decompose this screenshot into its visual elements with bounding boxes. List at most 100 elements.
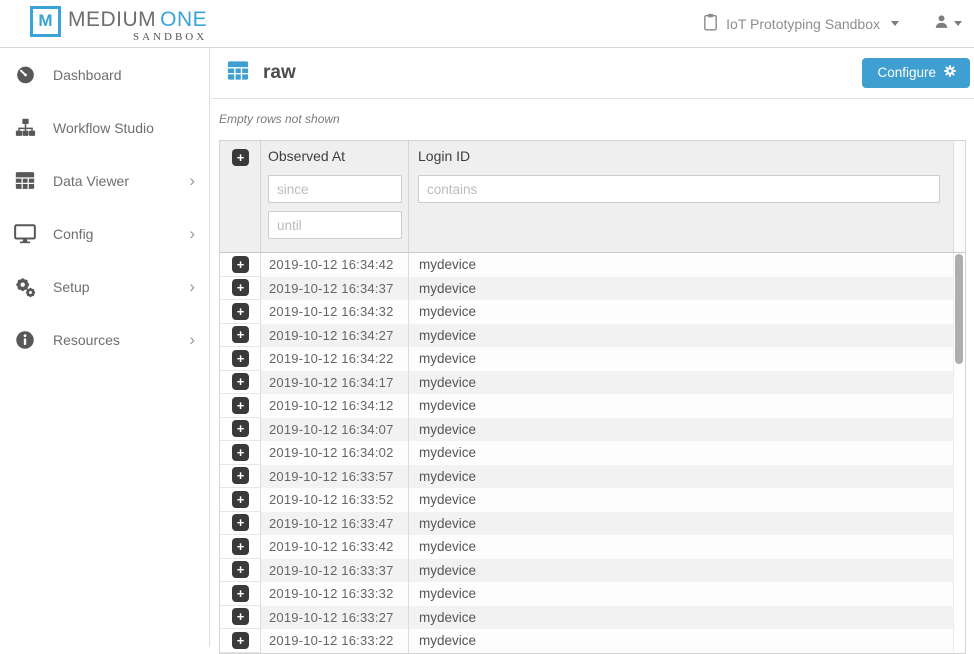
expand-row-button[interactable]: + bbox=[232, 279, 249, 296]
expand-row-button[interactable]: + bbox=[232, 303, 249, 320]
expand-row-button[interactable]: + bbox=[232, 444, 249, 461]
sidebar-item-workflow-studio[interactable]: Workflow Studio bbox=[0, 101, 209, 154]
chevron-right-icon: › bbox=[189, 225, 195, 242]
observed-at-cell: 2019-10-12 16:34:27 bbox=[261, 324, 409, 348]
expand-row-button[interactable]: + bbox=[232, 350, 249, 367]
table-row: + 2019-10-12 16:33:27 mydevice bbox=[220, 606, 965, 630]
project-selector-label: IoT Prototyping Sandbox bbox=[726, 16, 880, 32]
table-icon bbox=[13, 171, 37, 190]
login-id-cell: mydevice bbox=[409, 559, 953, 583]
login-id-cell: mydevice bbox=[409, 277, 953, 301]
project-selector-dropdown[interactable]: IoT Prototyping Sandbox bbox=[702, 12, 899, 35]
expand-row-button[interactable]: + bbox=[232, 608, 249, 625]
table-row: + 2019-10-12 16:33:47 mydevice bbox=[220, 512, 965, 536]
sidebar-item-label: Dashboard bbox=[53, 67, 122, 83]
observed-at-cell: 2019-10-12 16:33:57 bbox=[261, 465, 409, 489]
login-id-cell: mydevice bbox=[409, 512, 953, 536]
sidebar-item-label: Setup bbox=[53, 279, 90, 295]
expand-cell: + bbox=[220, 300, 261, 324]
scrollbar-gutter bbox=[953, 535, 965, 559]
expand-row-button[interactable]: + bbox=[232, 256, 249, 273]
scrollbar-gutter bbox=[953, 559, 965, 583]
data-table: + Observed At Login ID + 2019-10-12 16:3… bbox=[219, 140, 966, 654]
observed-at-cell: 2019-10-12 16:33:37 bbox=[261, 559, 409, 583]
observed-at-cell: 2019-10-12 16:34:37 bbox=[261, 277, 409, 301]
scrollbar-gutter bbox=[953, 512, 965, 536]
expand-cell: + bbox=[220, 512, 261, 536]
observed-at-cell: 2019-10-12 16:33:42 bbox=[261, 535, 409, 559]
since-filter-input[interactable] bbox=[268, 175, 402, 203]
login-id-cell: mydevice bbox=[409, 418, 953, 442]
scrollbar-gutter bbox=[953, 441, 965, 465]
login-id-cell: mydevice bbox=[409, 465, 953, 489]
scrollbar-gutter bbox=[953, 394, 965, 418]
expand-cell: + bbox=[220, 606, 261, 630]
login-id-cell: mydevice bbox=[409, 535, 953, 559]
expand-cell: + bbox=[220, 441, 261, 465]
observed-at-cell: 2019-10-12 16:33:22 bbox=[261, 629, 409, 653]
table-row: + 2019-10-12 16:33:42 mydevice bbox=[220, 535, 965, 559]
observed-at-cell: 2019-10-12 16:34:07 bbox=[261, 418, 409, 442]
table-row: + 2019-10-12 16:33:52 mydevice bbox=[220, 488, 965, 512]
scrollbar-gutter bbox=[953, 418, 965, 442]
page-title: raw bbox=[263, 62, 296, 84]
expand-row-button[interactable]: + bbox=[232, 397, 249, 414]
user-menu-dropdown[interactable] bbox=[933, 13, 962, 35]
expand-row-button[interactable]: + bbox=[232, 561, 249, 578]
expand-all-cell: + bbox=[220, 141, 261, 252]
column-header-label: Observed At bbox=[268, 148, 402, 164]
scrollbar-gutter bbox=[953, 465, 965, 489]
table-row: + 2019-10-12 16:34:07 mydevice bbox=[220, 418, 965, 442]
table-row: + 2019-10-12 16:34:17 mydevice bbox=[220, 371, 965, 395]
sidebar-item-setup[interactable]: Setup › bbox=[0, 260, 209, 313]
expand-cell: + bbox=[220, 465, 261, 489]
sidebar-item-resources[interactable]: Resources › bbox=[0, 313, 209, 366]
expand-all-button[interactable]: + bbox=[232, 149, 249, 166]
column-header-label: Login ID bbox=[418, 148, 945, 164]
expand-row-button[interactable]: + bbox=[232, 467, 249, 484]
expand-cell: + bbox=[220, 418, 261, 442]
configure-button[interactable]: Configure bbox=[862, 58, 970, 88]
login-id-cell: mydevice bbox=[409, 394, 953, 418]
main-content: raw Configure Empty rows not shown bbox=[211, 48, 974, 647]
sidebar-item-label: Config bbox=[53, 226, 93, 242]
login-id-cell: mydevice bbox=[409, 324, 953, 348]
observed-at-cell: 2019-10-12 16:34:02 bbox=[261, 441, 409, 465]
expand-cell: + bbox=[220, 488, 261, 512]
table-header: + Observed At Login ID bbox=[220, 141, 965, 253]
expand-row-button[interactable]: + bbox=[232, 326, 249, 343]
logo-m-icon: M bbox=[30, 6, 61, 37]
expand-cell: + bbox=[220, 535, 261, 559]
expand-row-button[interactable]: + bbox=[232, 514, 249, 531]
expand-row-button[interactable]: + bbox=[232, 373, 249, 390]
scrollbar-track bbox=[953, 141, 965, 252]
expand-cell: + bbox=[220, 582, 261, 606]
logo-name: MEDIUMONE bbox=[68, 8, 207, 31]
expand-row-button[interactable]: + bbox=[232, 420, 249, 437]
table-row: + 2019-10-12 16:33:22 mydevice bbox=[220, 629, 965, 653]
login-id-cell: mydevice bbox=[409, 347, 953, 371]
sidebar-item-config[interactable]: Config › bbox=[0, 207, 209, 260]
observed-at-cell: 2019-10-12 16:34:12 bbox=[261, 394, 409, 418]
medium-one-logo[interactable]: M MEDIUMONE SANDBOX bbox=[30, 4, 207, 44]
chevron-right-icon: › bbox=[189, 172, 195, 189]
until-filter-input[interactable] bbox=[268, 211, 402, 239]
contains-filter-input[interactable] bbox=[418, 175, 940, 203]
expand-row-button[interactable]: + bbox=[232, 491, 249, 508]
observed-at-cell: 2019-10-12 16:34:22 bbox=[261, 347, 409, 371]
sidebar-item-dashboard[interactable]: Dashboard bbox=[0, 48, 209, 101]
table-icon bbox=[227, 60, 249, 86]
table-scrollbar-thumb[interactable] bbox=[955, 254, 963, 364]
expand-row-button[interactable]: + bbox=[232, 632, 249, 649]
expand-cell: + bbox=[220, 629, 261, 653]
login-id-cell: mydevice bbox=[409, 606, 953, 630]
expand-row-button[interactable]: + bbox=[232, 538, 249, 555]
sidebar-item-data-viewer[interactable]: Data Viewer › bbox=[0, 154, 209, 207]
expand-cell: + bbox=[220, 277, 261, 301]
expand-cell: + bbox=[220, 394, 261, 418]
expand-cell: + bbox=[220, 347, 261, 371]
table-body: + 2019-10-12 16:34:42 mydevice + 2019-10… bbox=[220, 253, 965, 653]
observed-at-cell: 2019-10-12 16:33:27 bbox=[261, 606, 409, 630]
expand-row-button[interactable]: + bbox=[232, 585, 249, 602]
observed-at-cell: 2019-10-12 16:33:47 bbox=[261, 512, 409, 536]
